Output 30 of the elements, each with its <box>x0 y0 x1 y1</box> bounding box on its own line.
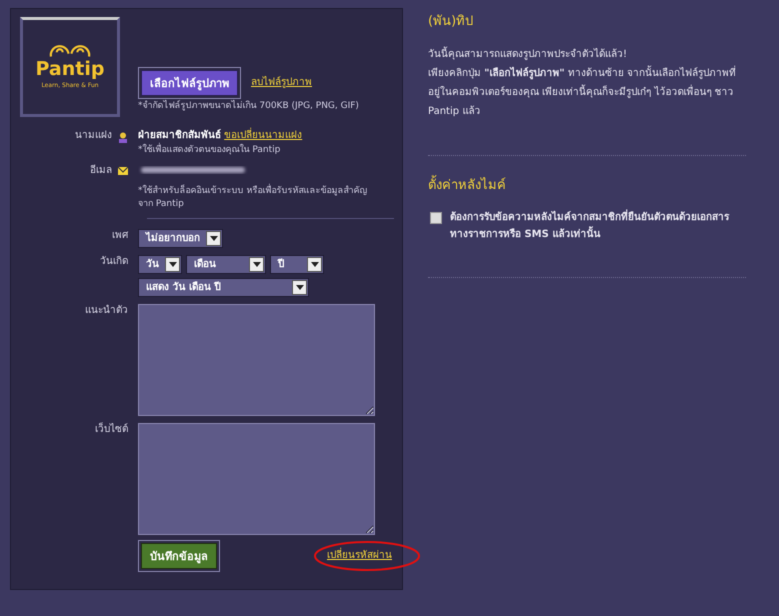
alias-hint: *ใช้เพื่อแสดงตัวตนของคุณใน Pantip <box>138 144 394 157</box>
change-alias-link[interactable]: ขอเปลี่ยนนามแฝง <box>224 130 302 141</box>
tip-text: เพียงคลิกปุ่ม "เลือกไฟล์รูปภาพ" ทางด้านซ้าย จากนั้นเลือกไฟล์รูปภาพที่อยู่ในคอมพิวเตอร์ของคุณ เพียงเท่านี้คุณก็จะมีรูปเก๋ๆ ไว้อวดเพื่อนๆ ชาว Pantip แล้ว <box>428 64 746 121</box>
month-select[interactable]: เดือน <box>186 255 266 274</box>
birthday-display-select[interactable]: แสดง วัน เดือน ปี <box>138 278 309 297</box>
day-select[interactable]: วัน <box>138 255 182 274</box>
image-size-hint: *จำกัดไฟล์รูปภาพขนาดไม่เกิน 700KB (JPG, PNG, GIF) <box>138 100 360 113</box>
website-label: เว็บไซต์ <box>95 423 128 437</box>
email-hint: *ใช้สำหรับล็อคอินเข้าระบบ หรือเพื่อรับรหัสและข้อมูลสำคัญจาก Pantip <box>138 185 378 211</box>
delete-image-link[interactable]: ลบไฟล์รูปภาพ <box>251 76 312 90</box>
checkbox-label: ต้องการรับข้อความหลังไมค์จากสมาชิกที่ยืนยันตัวตนด้วยเอกสารทางราชการหรือ SMS แล้วเท่านั้น <box>450 209 746 243</box>
intro-label: แนะนำตัว <box>85 304 128 318</box>
intro-textarea[interactable] <box>138 304 375 416</box>
email-label: อีเมล <box>90 164 112 178</box>
alias-label: นามแฝง <box>75 129 112 143</box>
mic-settings-title: ตั้งค่าหลังไมค์ <box>428 174 746 195</box>
save-button[interactable]: บันทึกข้อมูล <box>141 543 217 569</box>
year-select[interactable]: ปี <box>270 255 324 274</box>
logo-name: Pantip <box>36 59 104 79</box>
checkbox[interactable] <box>430 212 442 224</box>
website-textarea[interactable] <box>138 423 375 535</box>
envelope-icon <box>118 167 128 175</box>
tip-title: (พัน)ทิป <box>428 13 474 31</box>
choose-image-button[interactable]: เลือกไฟล์รูปภาพ <box>141 70 238 96</box>
tip-text: วันนี้คุณสามารถแสดงรูปภาพประจำตัวได้แล้ว! <box>428 45 746 64</box>
birthday-label: วันเกิด <box>100 255 128 269</box>
gender-label: เพศ <box>112 229 128 243</box>
alias-value: ฝ่ายสมาชิกสัมพันธ์ <box>138 130 221 141</box>
gender-select[interactable]: ไม่อยากบอก <box>138 229 223 248</box>
person-icon <box>118 132 128 143</box>
